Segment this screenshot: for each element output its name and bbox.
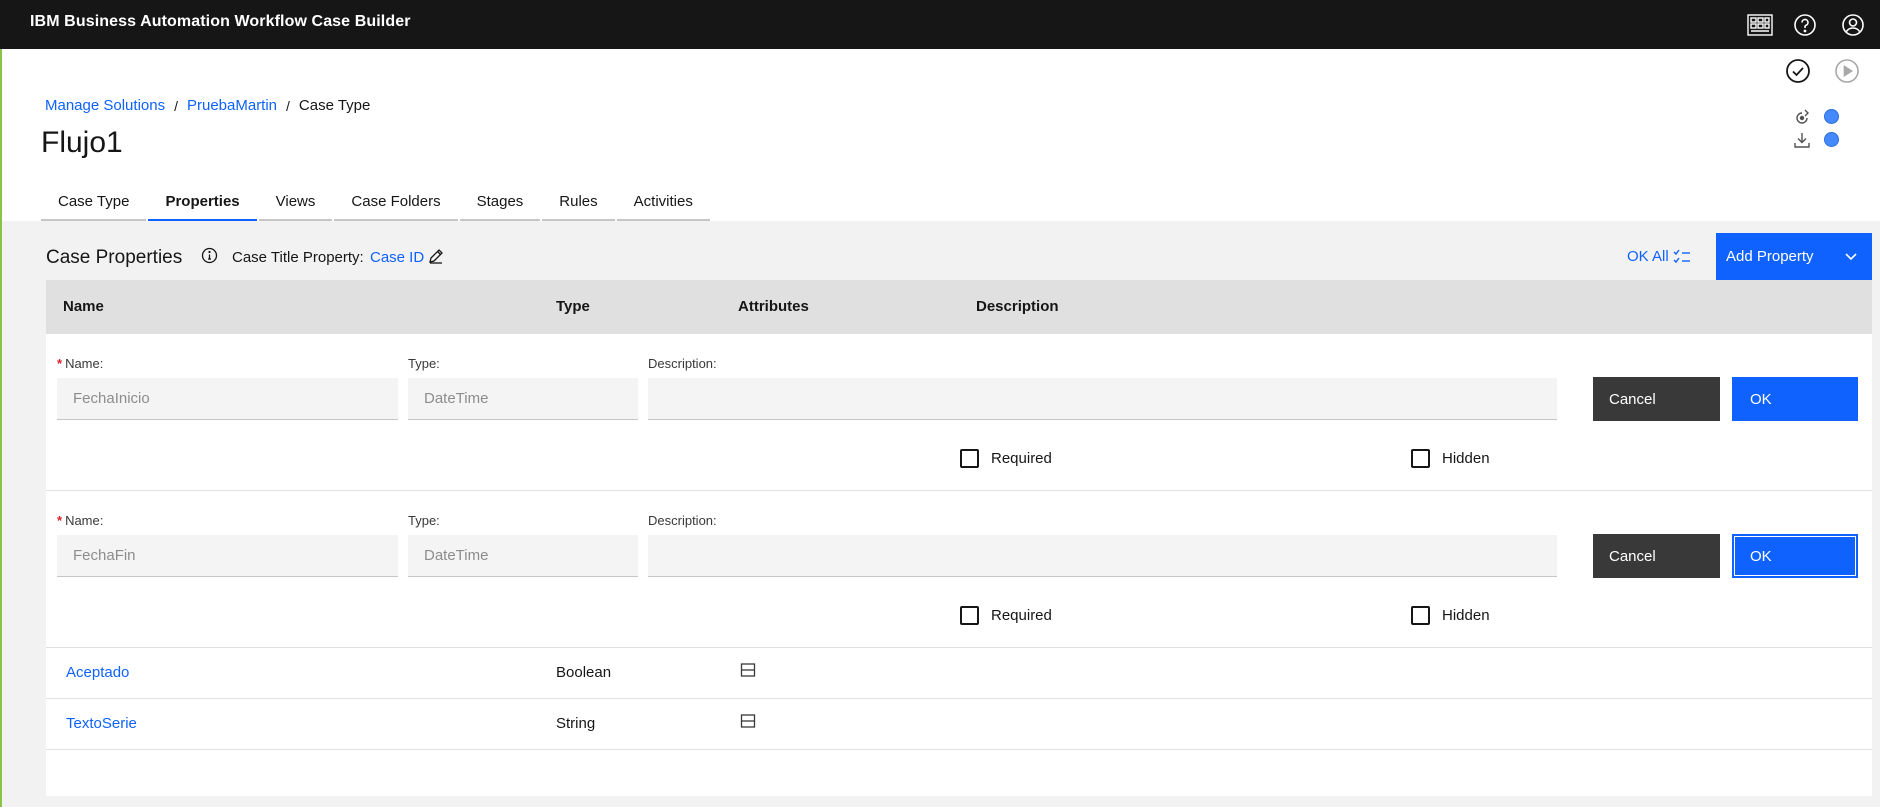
tab-properties[interactable]: Properties xyxy=(148,183,257,221)
cancel-button[interactable]: Cancel xyxy=(1593,377,1720,421)
type-select[interactable]: DateTime xyxy=(408,378,638,420)
status-dot xyxy=(1824,109,1839,124)
tab-case-type[interactable]: Case Type xyxy=(41,183,147,221)
tab-bar: Case Type Properties Views Case Folders … xyxy=(41,183,712,221)
property-name-link[interactable]: TextoSerie xyxy=(66,715,137,732)
ok-all-label: OK All xyxy=(1627,248,1669,265)
cancel-button[interactable]: Cancel xyxy=(1593,534,1720,578)
tab-activities[interactable]: Activities xyxy=(616,183,710,221)
column-header-attributes: Attributes xyxy=(738,298,809,315)
hidden-checkbox[interactable]: Hidden xyxy=(1411,449,1490,468)
property-type: Boolean xyxy=(556,664,612,681)
description-field-label: Description: xyxy=(648,356,717,371)
status-dot xyxy=(1824,132,1839,147)
breadcrumb-separator: / xyxy=(286,97,290,114)
description-input[interactable] xyxy=(648,378,1557,420)
checklist-icon xyxy=(1673,249,1690,263)
property-edit-row: * Name: FechaInicio Type: DateTime Descri… xyxy=(46,334,1872,491)
tab-rules[interactable]: Rules xyxy=(542,183,615,221)
checkbox-box xyxy=(960,606,979,625)
name-input[interactable]: FechaInicio xyxy=(57,378,398,420)
hidden-label: Hidden xyxy=(1442,450,1490,467)
required-label: Required xyxy=(991,450,1052,467)
required-checkbox[interactable]: Required xyxy=(960,606,1052,625)
breadcrumb-current: Case Type xyxy=(298,97,371,114)
property-attribute-icon xyxy=(740,662,756,682)
ok-all-button[interactable]: OK All xyxy=(1627,248,1691,265)
user-avatar-icon[interactable] xyxy=(1838,10,1868,40)
column-header-name: Name xyxy=(63,298,104,315)
breadcrumb-solution[interactable]: PruebaMartin xyxy=(187,97,277,114)
type-field-label: Type: xyxy=(408,356,440,371)
tab-views[interactable]: Views xyxy=(258,183,333,221)
deploy-icon[interactable] xyxy=(1792,107,1812,127)
tab-case-folders[interactable]: Case Folders xyxy=(334,183,458,221)
property-attribute-icon xyxy=(740,713,756,733)
breadcrumb-separator: / xyxy=(174,97,178,114)
run-play-icon[interactable] xyxy=(1832,57,1862,85)
download-icon[interactable] xyxy=(1792,130,1812,150)
hidden-label: Hidden xyxy=(1442,607,1490,624)
case-title-property-link[interactable]: Case ID xyxy=(370,249,424,266)
chevron-down-icon xyxy=(1845,253,1857,261)
page-title: Flujo1 xyxy=(41,126,123,159)
top-bar: IBM Business Automation Workflow Case Bu… xyxy=(0,0,1880,49)
edit-pencil-icon[interactable] xyxy=(428,248,444,269)
description-field-label: Description: xyxy=(648,513,717,528)
column-header-description: Description xyxy=(976,298,1059,315)
properties-table: Name Type Attributes Description * Name: … xyxy=(46,280,1872,796)
checkbox-box xyxy=(1411,449,1430,468)
property-name-link[interactable]: Aceptado xyxy=(66,664,129,681)
app-title: IBM Business Automation Workflow Case Bu… xyxy=(30,13,411,30)
table-row: Aceptado Boolean xyxy=(46,648,1872,699)
property-type: String xyxy=(556,715,596,732)
type-field-label: Type: xyxy=(408,513,440,528)
name-field-label: * Name: xyxy=(57,356,104,371)
table-header: Name Type Attributes Description xyxy=(46,280,1872,334)
hidden-checkbox[interactable]: Hidden xyxy=(1411,606,1490,625)
checkbox-box xyxy=(1411,606,1430,625)
help-icon[interactable] xyxy=(1790,10,1820,40)
property-edit-row: * Name: FechaFin Type: DateTime Descripti… xyxy=(46,491,1872,648)
add-property-button[interactable]: Add Property xyxy=(1716,233,1872,280)
checkbox-box xyxy=(960,449,979,468)
apps-grid-icon[interactable] xyxy=(1745,10,1775,40)
name-input[interactable]: FechaFin xyxy=(57,535,398,577)
validate-check-icon[interactable] xyxy=(1783,57,1813,85)
info-icon[interactable] xyxy=(201,247,218,269)
tab-stages[interactable]: Stages xyxy=(459,183,541,221)
case-title-property-label: Case Title Property: xyxy=(232,249,364,266)
type-select[interactable]: DateTime xyxy=(408,535,638,577)
table-row: TextoSerie String xyxy=(46,699,1872,750)
breadcrumb: Manage Solutions / PruebaMartin / Case T… xyxy=(45,97,370,114)
case-properties-title: Case Properties xyxy=(46,247,183,268)
ok-button[interactable]: OK xyxy=(1732,534,1858,578)
add-property-label: Add Property xyxy=(1726,248,1814,265)
required-checkbox[interactable]: Required xyxy=(960,449,1052,468)
column-header-type: Type xyxy=(556,298,590,315)
breadcrumb-manage-solutions[interactable]: Manage Solutions xyxy=(45,97,165,114)
ok-button[interactable]: OK xyxy=(1732,377,1858,421)
required-label: Required xyxy=(991,607,1052,624)
name-field-label: * Name: xyxy=(57,513,104,528)
description-input[interactable] xyxy=(648,535,1557,577)
